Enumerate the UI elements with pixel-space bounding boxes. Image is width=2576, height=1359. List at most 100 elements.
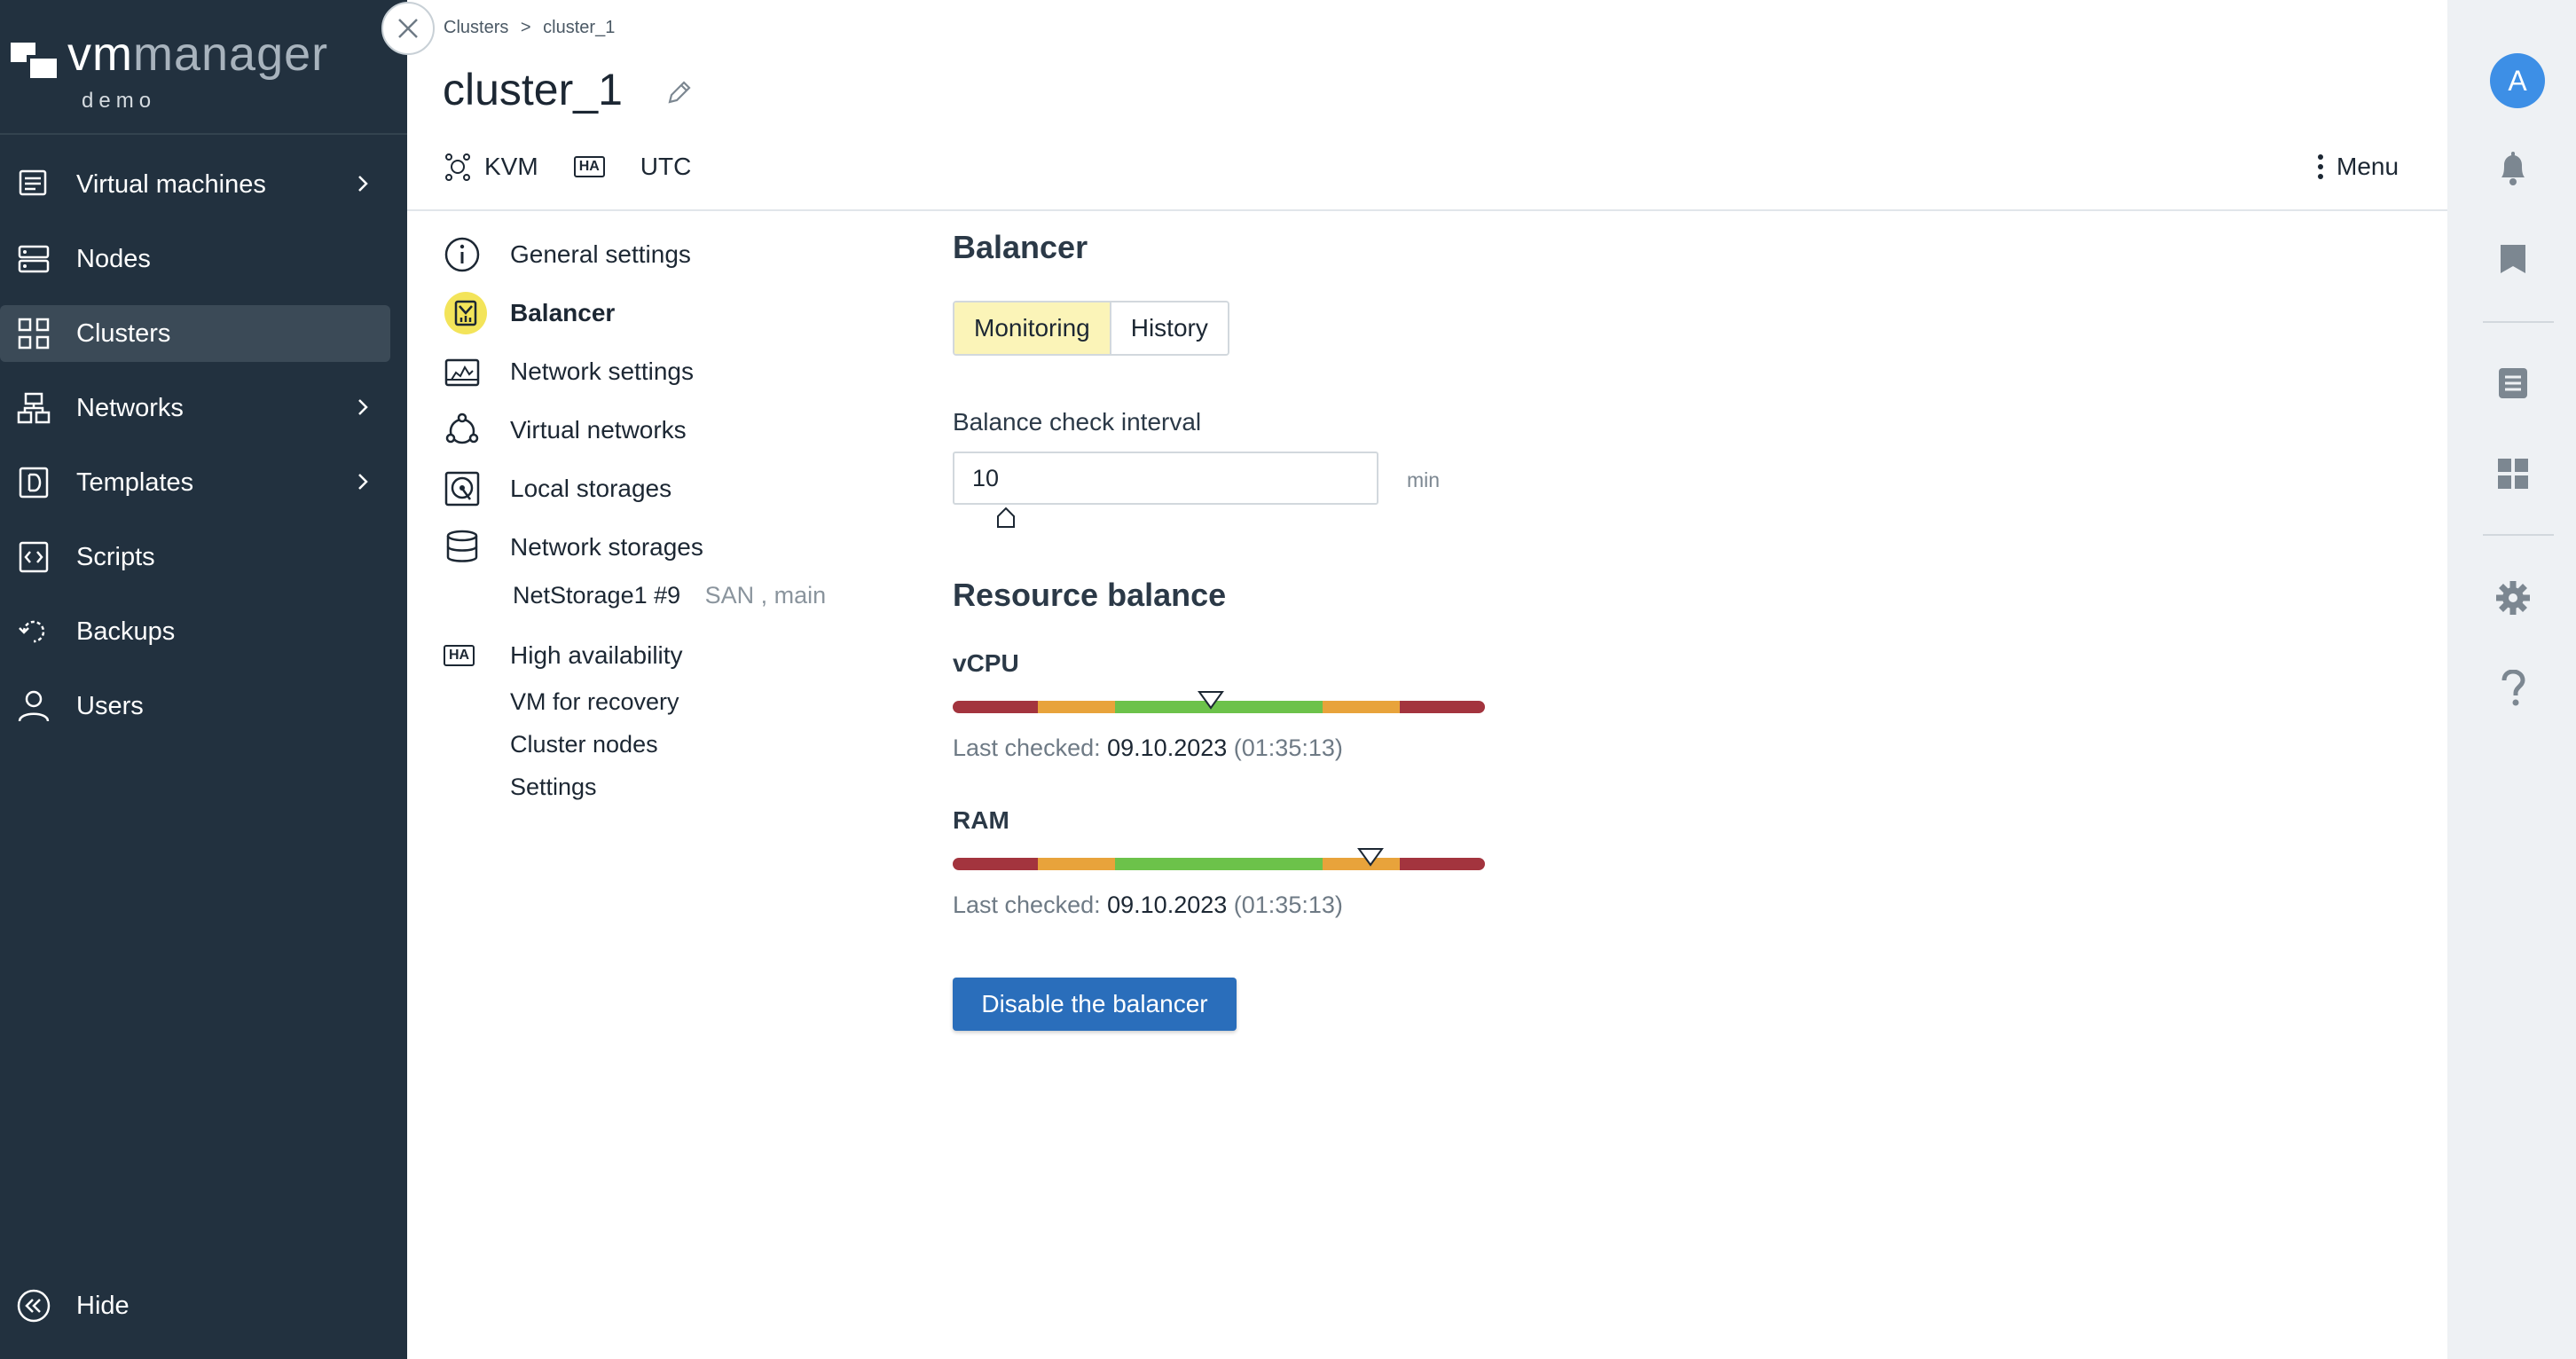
sidebar-item-templates[interactable]: Templates <box>0 454 390 511</box>
info-icon <box>444 232 491 277</box>
last-checked-time: (01:35:13) <box>1233 892 1343 918</box>
right-rail: A <box>2447 0 2576 1359</box>
dashboard-icon[interactable] <box>2494 454 2533 493</box>
tab-monitoring[interactable]: Monitoring <box>954 302 1111 354</box>
subnav-label: Balancer <box>510 299 616 326</box>
last-checked-label: Last checked: <box>953 734 1101 761</box>
balancer-tabs: Monitoring History <box>953 301 1229 356</box>
tab-history[interactable]: History <box>1111 302 1228 354</box>
cluster-meta: KVM HA UTC <box>444 147 726 186</box>
subnav-label: Local storages <box>510 475 672 502</box>
last-checked-date: 09.10.2023 <box>1107 734 1228 761</box>
ha-icon-text: HA <box>444 645 475 666</box>
sidebar-item-label: Networks <box>76 393 184 422</box>
subnav-high-availability[interactable]: HA High availability <box>444 633 683 678</box>
sidebar-item-scripts[interactable]: Scripts <box>0 529 390 585</box>
sidebar-item-backups[interactable]: Backups <box>0 603 390 660</box>
brand-subtitle: demo <box>82 89 157 113</box>
sidebar-item-label: Nodes <box>76 244 151 273</box>
vcpu-label: vCPU <box>953 649 1019 677</box>
ha-icon: HA <box>573 156 605 177</box>
subnav-virtual-networks[interactable]: Virtual networks <box>444 408 687 452</box>
sidebar-item-clusters[interactable]: Clusters <box>0 305 390 362</box>
storage-tags: SAN , main <box>704 582 827 609</box>
slider-handle[interactable] <box>995 506 1017 529</box>
subnav-label: Network settings <box>510 357 694 385</box>
help-icon[interactable] <box>2494 669 2533 708</box>
page-title: cluster_1 <box>443 65 623 114</box>
breadcrumb-clusters-link[interactable]: Clusters <box>444 18 508 37</box>
ram-last-checked: Last checked: 09.10.2023 (01:35:13) <box>953 892 1343 919</box>
sidebar-item-networks[interactable]: Networks <box>0 380 390 436</box>
breadcrumb: Clusters > cluster_1 <box>444 18 622 38</box>
hide-label: Hide <box>76 1291 130 1320</box>
logo-mark <box>11 43 64 87</box>
menu-label: Menu <box>2336 153 2399 180</box>
ha-icon: HA <box>444 633 491 678</box>
resource-balance-title: Resource balance <box>953 577 1227 613</box>
divider <box>2483 534 2554 536</box>
ram-label: RAM <box>953 806 1009 834</box>
list-icon[interactable] <box>2494 364 2533 403</box>
ha-badge: HA <box>573 156 605 177</box>
breadcrumb-current: cluster_1 <box>543 18 616 37</box>
breadcrumb-separator: > <box>520 18 531 37</box>
virt-label: KVM <box>484 153 538 180</box>
section-title: Balancer <box>953 229 1088 265</box>
subnav-network-settings[interactable]: Network settings <box>444 350 694 394</box>
sidebar-item-users[interactable]: Users <box>0 678 390 734</box>
pencil-icon[interactable] <box>664 76 695 108</box>
sidebar-item-label: Backups <box>76 617 176 646</box>
divider <box>2483 321 2554 323</box>
sidebar-item-label: Clusters <box>76 318 171 348</box>
timezone: UTC <box>640 153 692 180</box>
sidebar-item-nodes[interactable]: Nodes <box>0 231 390 287</box>
hide-sidebar-button[interactable]: Hide <box>0 1277 390 1334</box>
gear-icon[interactable] <box>2494 578 2533 617</box>
divider <box>407 209 2447 211</box>
subnav-label: High availability <box>510 641 683 669</box>
subnav-settings[interactable]: Settings <box>510 774 597 801</box>
subnav-local-storages[interactable]: Local storages <box>444 467 671 511</box>
sidebar-item-label: Templates <box>76 467 194 497</box>
networks-icon <box>11 389 57 428</box>
collapse-icon <box>11 1286 57 1325</box>
chevron-right-icon <box>358 399 368 415</box>
virtual-networks-icon <box>444 408 491 452</box>
interval-unit: min <box>1407 468 1441 491</box>
subnav-vm-for-recovery[interactable]: VM for recovery <box>510 688 679 716</box>
sidebar-item-label: Scripts <box>76 542 155 571</box>
close-button[interactable] <box>381 2 435 55</box>
users-icon <box>11 687 57 726</box>
bell-icon[interactable] <box>2494 149 2533 188</box>
local-storage-icon <box>444 467 491 511</box>
menu-button[interactable]: Menu <box>2315 147 2399 186</box>
bookmark-icon[interactable] <box>2494 240 2533 279</box>
divider <box>0 133 407 135</box>
subnav-balancer[interactable]: Balancer <box>444 291 615 335</box>
interval-input[interactable] <box>953 452 1378 505</box>
last-checked-date: 09.10.2023 <box>1107 892 1228 918</box>
interval-label: Balance check interval <box>953 408 1202 436</box>
subnav-network-storages[interactable]: Network storages <box>444 525 703 570</box>
last-checked-label: Last checked: <box>953 892 1101 918</box>
virtual-machines-icon <box>11 165 57 204</box>
brand-name: vmmanager <box>67 27 329 81</box>
sidebar-item-label: Virtual machines <box>76 169 266 199</box>
backups-icon <box>11 612 57 651</box>
subnav-storage-item[interactable]: NetStorage1 #9 SAN , main <box>513 582 826 609</box>
logo[interactable]: vmmanager demo <box>11 25 383 122</box>
sidebar-item-label: Users <box>76 691 144 720</box>
ram-balance-bar <box>953 858 1485 870</box>
scripts-icon <box>11 538 57 577</box>
subnav-label: General settings <box>510 240 691 268</box>
last-checked-time: (01:35:13) <box>1233 734 1343 761</box>
disable-balancer-button[interactable]: Disable the balancer <box>953 978 1237 1031</box>
chevron-right-icon <box>358 176 368 192</box>
avatar[interactable]: A <box>2490 53 2545 108</box>
kvm-icon <box>445 153 470 181</box>
sidebar-item-virtual-machines[interactable]: Virtual machines <box>0 156 390 213</box>
subnav-cluster-nodes[interactable]: Cluster nodes <box>510 731 658 758</box>
vcpu-last-checked: Last checked: 09.10.2023 (01:35:13) <box>953 734 1343 762</box>
subnav-general-settings[interactable]: General settings <box>444 232 691 277</box>
